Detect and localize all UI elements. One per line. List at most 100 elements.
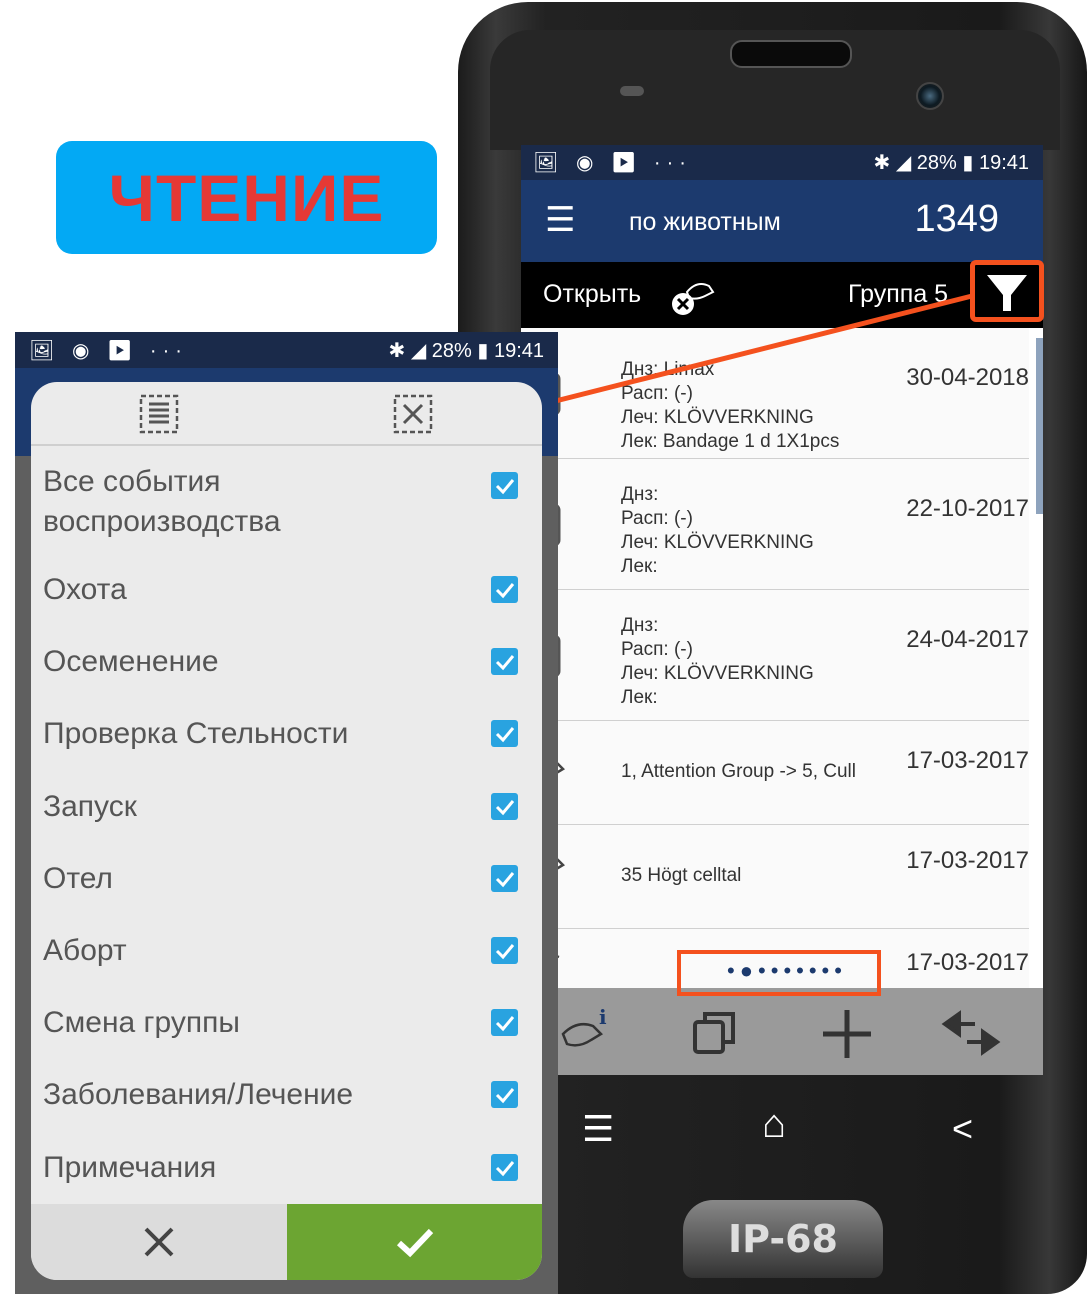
filter-option-row[interactable]: Аборт [31, 931, 542, 991]
filter-option-row[interactable]: Охота [31, 570, 542, 630]
copy-icon[interactable] [685, 1004, 745, 1064]
filter-checkbox[interactable] [491, 937, 518, 964]
filter-checkbox[interactable] [491, 648, 518, 675]
animal-count: 1349 [914, 198, 999, 240]
filter-option-label: Охота [43, 573, 127, 606]
event-row[interactable]: Днз: Расп: (-) Леч: KLÖVVERKNING Лек: 24… [521, 590, 1029, 721]
add-icon[interactable] [817, 1004, 877, 1064]
filter-option-row[interactable]: Все события воспроизводства [31, 462, 542, 548]
filter-option-row[interactable]: Проверка Стельности [31, 714, 542, 774]
event-details: Днз: Limax Расп: (-) Леч: KLÖVVERKNING Л… [621, 358, 839, 454]
dialog-header [31, 382, 542, 446]
filter-option-label: Примечания [43, 1151, 217, 1184]
sub-bar: Открыть Группа 5 [521, 262, 1043, 328]
pager-highlight-box [677, 950, 881, 996]
status-info: ✱ ◢ 28% ▮ 19:41 [388, 340, 544, 362]
app-bar: ☰ по животным 1349 [521, 180, 1043, 262]
filter-option-row[interactable]: Смена группы [31, 1003, 542, 1063]
filter-option-row[interactable]: Отел [31, 859, 542, 919]
filter-option-label: Аборт [43, 934, 127, 967]
list-scrollbar[interactable] [1036, 338, 1043, 514]
event-date: 30-04-2018 [906, 364, 1029, 391]
select-all-icon[interactable] [135, 390, 183, 438]
ip68-badge: IP-68 [683, 1200, 883, 1278]
event-date: 24-04-2017 [906, 626, 1029, 653]
filter-option-label: Смена группы [43, 1006, 240, 1039]
filter-checkbox[interactable] [491, 1081, 518, 1108]
event-details: Днз: Расп: (-) Леч: KLÖVVERKNING Лек: [621, 614, 814, 710]
confirm-button[interactable] [287, 1204, 542, 1280]
system-nav-bar: ☰ ⌂ < [560, 1090, 1020, 1180]
check-icon [396, 1228, 433, 1258]
status-icons: 🖼 ◉ ▶ ··· [29, 340, 188, 362]
filter-option-row[interactable]: Примечания [31, 1148, 542, 1208]
filter-option-row[interactable]: Осеменение [31, 642, 542, 702]
checkmark-icon [495, 726, 514, 742]
cow-open-icon[interactable] [667, 270, 717, 320]
dialog-footer [31, 1204, 542, 1280]
treatment-line: Леч: KLÖVVERKNING [621, 663, 814, 684]
close-icon [144, 1227, 174, 1257]
open-button[interactable]: Открыть [543, 280, 641, 309]
treatment-line: Леч: KLÖVVERKNING [621, 532, 814, 553]
status-bar: 🖼 ◉ ▶ ··· ✱ ◢ 28% ▮ 19:41 [15, 332, 558, 368]
filter-option-label: Проверка Стельности [43, 717, 349, 750]
medicine-line: Лек: [621, 687, 658, 708]
filter-checkbox[interactable] [491, 720, 518, 747]
diagnosis-line: Днз: Limax [621, 359, 715, 380]
checkmark-icon [495, 1087, 514, 1103]
diagnosis-line: Днз: [621, 615, 659, 636]
group-label: Группа 5 [848, 280, 949, 308]
back-button[interactable]: < [952, 1108, 973, 1150]
filter-checkbox[interactable] [491, 865, 518, 892]
event-text: 35 Högt celltal [621, 865, 742, 886]
diagnosis-line: Днз: [621, 484, 659, 505]
event-row[interactable]: 35 Högt celltal 17-03-2017 [521, 825, 1029, 929]
filter-option-label: Осеменение [43, 645, 219, 678]
svg-text:i: i [599, 1005, 607, 1029]
checkmark-icon [495, 799, 514, 815]
event-list[interactable]: Днз: Limax Расп: (-) Леч: KLÖVVERKNING Л… [521, 328, 1043, 989]
filter-option-label: Отел [43, 862, 113, 895]
filter-option-label: Заболевания/Лечение [43, 1078, 354, 1111]
decision-line: Расп: (-) [621, 639, 693, 660]
event-row[interactable]: 1, Attention Group -> 5, Cull 17-03-2017 [521, 721, 1029, 825]
filter-checkbox[interactable] [491, 472, 518, 499]
filter-option-row[interactable]: Заболевания/Лечение [31, 1075, 542, 1135]
filter-checkbox[interactable] [491, 1009, 518, 1036]
medicine-line: Лек: Bandage 1 d 1X1pcs [621, 431, 840, 452]
app-title: по животным [629, 208, 781, 236]
filter-option-row[interactable]: Запуск [31, 787, 542, 847]
menu-icon[interactable]: ☰ [545, 200, 575, 240]
event-row[interactable]: Днз: Limax Расп: (-) Леч: KLÖVVERKNING Л… [521, 328, 1029, 459]
event-filter-dialog: Все события воспроизводства Охота Осемен… [31, 382, 542, 1280]
title-badge: ЧТЕНИЕ [56, 141, 437, 254]
event-date: 17-03-2017 [906, 949, 1029, 976]
status-icons: 🖼 ◉ ▶ ··· [533, 152, 692, 174]
event-row[interactable]: Днз: Расп: (-) Леч: KLÖVVERKNING Лек: 22… [521, 459, 1029, 590]
event-date: 17-03-2017 [906, 747, 1029, 774]
decision-line: Расп: (-) [621, 383, 693, 404]
recent-apps-button[interactable]: ☰ [582, 1108, 614, 1150]
home-button[interactable]: ⌂ [762, 1102, 786, 1147]
treatment-line: Леч: KLÖVVERKNING [621, 407, 814, 428]
checkmark-icon [495, 1160, 514, 1176]
phone-screen: 🖼 ◉ ▶ ··· ✱ ◢ 28% ▮ 19:41 ☰ по животным … [521, 145, 1043, 1075]
status-bar: 🖼 ◉ ▶ ··· ✱ ◢ 28% ▮ 19:41 [521, 145, 1043, 180]
deselect-all-icon[interactable] [389, 390, 437, 438]
filter-checkbox[interactable] [491, 793, 518, 820]
filter-option-label: Запуск [43, 790, 137, 823]
decision-line: Расп: (-) [621, 508, 693, 529]
event-date: 22-10-2017 [906, 495, 1029, 522]
filter-checkbox[interactable] [491, 1154, 518, 1181]
filter-checkbox[interactable] [491, 576, 518, 603]
medicine-line: Лек: [621, 556, 658, 577]
checkmark-icon [495, 654, 514, 670]
swap-icon[interactable] [941, 1004, 1001, 1064]
checkmark-icon [495, 871, 514, 887]
filter-highlight-box [970, 260, 1044, 322]
bottom-action-bar: i [521, 988, 1043, 1075]
cancel-button[interactable] [31, 1204, 287, 1280]
filter-dialog-screenshot: 🖼 ◉ ▶ ··· ✱ ◢ 28% ▮ 19:41 Все события во… [15, 332, 558, 1294]
cow-info-icon[interactable]: i [555, 1004, 615, 1064]
